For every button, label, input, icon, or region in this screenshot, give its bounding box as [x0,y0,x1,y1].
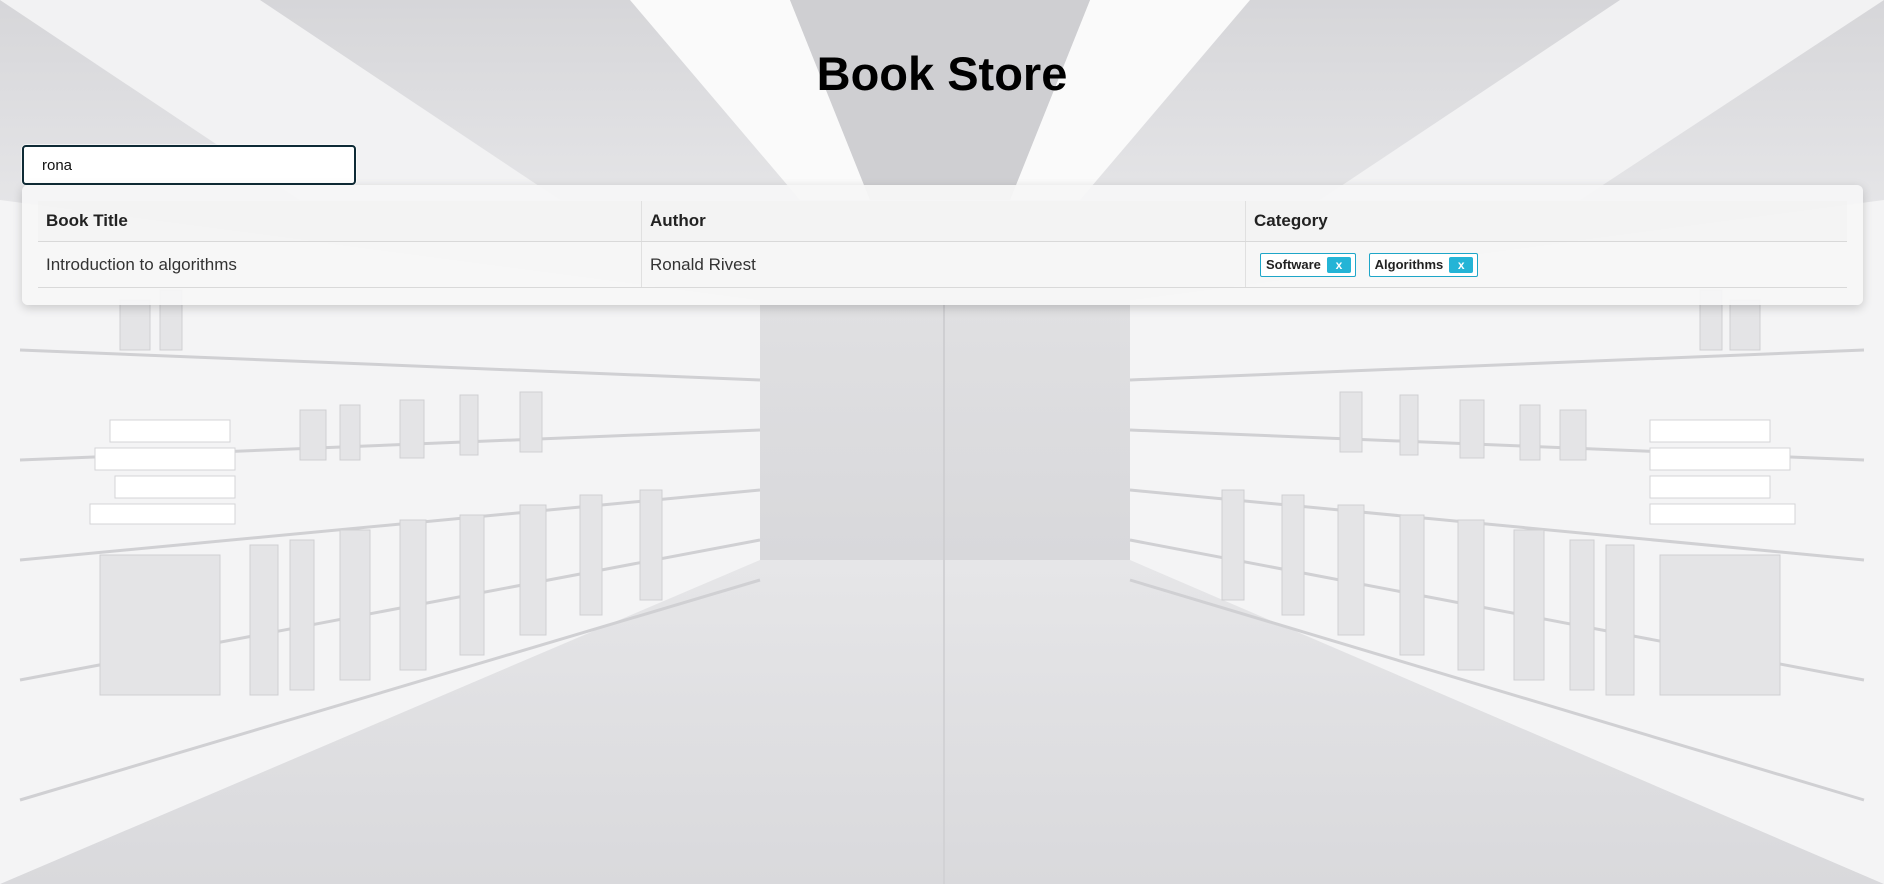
remove-category-button[interactable]: x [1449,256,1474,273]
table-row[interactable]: Introduction to algorithms Ronald Rivest… [38,241,1847,288]
table-header-row: Book Title Author Category [38,201,1847,242]
remove-category-button[interactable]: x [1326,256,1351,273]
library-aisle-background [0,0,1884,884]
author-cell: Ronald Rivest [641,241,1246,288]
category-tag: Software x [1260,252,1356,277]
category-tag: Algorithms x [1368,252,1479,277]
category-tag-label: Algorithms [1374,257,1444,272]
results-card: Book Title Author Category Introduction … [22,185,1863,305]
page-title: Book Store [816,47,1068,100]
book-title-cell: Introduction to algorithms [38,241,642,288]
column-header-book-title[interactable]: Book Title [38,201,642,242]
category-cell: Software x Algorithms x [1245,241,1847,288]
books-table: Book Title Author Category Introduction … [38,201,1847,288]
category-tag-label: Software [1266,257,1321,272]
column-header-category[interactable]: Category [1245,201,1847,242]
search-input[interactable] [22,145,356,185]
column-header-author[interactable]: Author [641,201,1246,242]
